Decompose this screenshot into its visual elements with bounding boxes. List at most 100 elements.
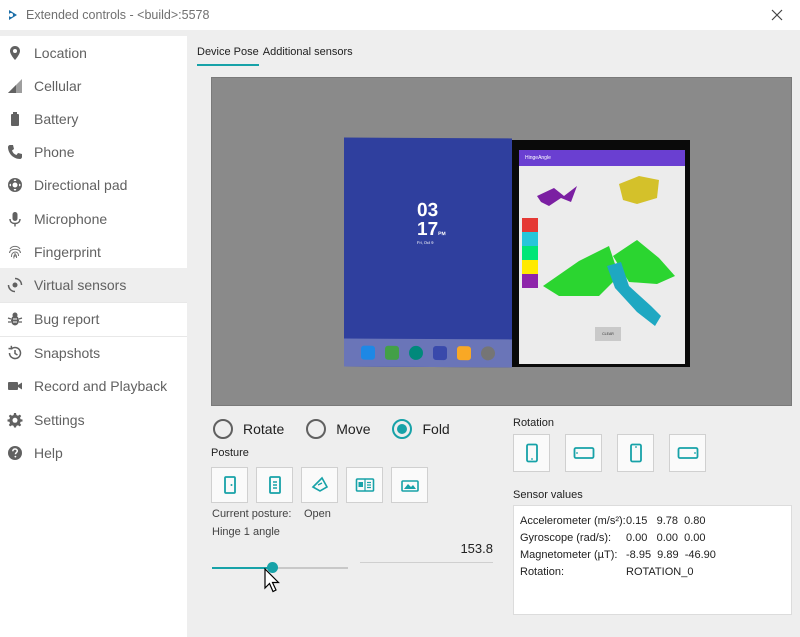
sidebar-item-virtual-sensors[interactable]: Virtual sensors: [0, 268, 187, 302]
messages-app-icon: [385, 345, 399, 360]
reverse-landscape-icon: [677, 447, 698, 459]
window-title: Extended controls - <build>:5578: [26, 8, 210, 22]
sidebar-item-location[interactable]: Location: [0, 36, 187, 69]
dpad-icon: [7, 177, 23, 193]
gear-icon: [7, 412, 23, 428]
app-title-bar: HingeAngle: [519, 150, 685, 166]
sidebar-item-microphone[interactable]: Microphone: [0, 202, 187, 235]
sidebar-item-label: Battery: [34, 110, 79, 127]
rotate-landscape-button[interactable]: [565, 434, 602, 472]
device-preview[interactable]: 03 17PM Fri, Oct 9 HingeAngle CLEAR: [211, 77, 792, 406]
emulator-app-icon: [9, 10, 17, 20]
sidebar-item-label: Phone: [34, 144, 75, 161]
sidebar: Location Cellular Battery Phone Directio…: [0, 36, 187, 637]
clock-suffix: PM: [438, 231, 446, 238]
rotate-reverse-portrait-button[interactable]: [617, 434, 654, 472]
tab-bar: Device Pose Additional sensors: [197, 46, 353, 66]
phone-icon: [7, 144, 23, 160]
history-icon: [7, 345, 23, 361]
sidebar-item-label: Help: [34, 444, 63, 461]
camera-app-icon: [433, 346, 447, 361]
sidebar-item-fingerprint[interactable]: Fingerprint: [0, 235, 187, 268]
hinge-angle-label: Hinge 1 angle: [212, 526, 280, 538]
virtual-sensors-icon: [7, 277, 23, 293]
clear-button[interactable]: CLEAR: [595, 327, 621, 341]
rotate-portrait-button[interactable]: [513, 434, 550, 472]
sensor-row-accelerometer: Accelerometer (m/s²): 0.15 9.78 0.80: [520, 512, 791, 529]
sidebar-item-phone[interactable]: Phone: [0, 136, 187, 169]
sidebar-item-help[interactable]: Help: [0, 436, 187, 469]
rotation-buttons: [513, 434, 706, 472]
sidebar-item-label: Directional pad: [34, 177, 128, 194]
clock-date: Fri, Oct 9: [417, 239, 434, 246]
browser-app-icon: [409, 345, 423, 360]
sidebar-item-label: Virtual sensors: [34, 276, 127, 293]
rotate-option[interactable]: Rotate: [213, 419, 284, 439]
posture-open-book-icon: [355, 478, 374, 492]
sidebar-item-label: Record and Playback: [34, 378, 168, 395]
move-radio[interactable]: [306, 419, 327, 439]
fold-label: Fold: [422, 421, 450, 437]
sidebar-item-label: Microphone: [34, 210, 108, 227]
rotate-radio[interactable]: [213, 419, 233, 439]
current-posture-value: Open: [304, 508, 331, 520]
sensor-value: 0.15 9.78 0.80: [626, 514, 706, 527]
portrait-icon: [525, 443, 538, 463]
sensor-value: ROTATION_0: [626, 565, 694, 578]
sidebar-item-label: Fingerprint: [34, 243, 101, 260]
posture-tent-button[interactable]: [301, 467, 338, 503]
battery-icon: [7, 111, 23, 127]
sensor-name: Magnetometer (µT):: [520, 548, 618, 561]
sidebar-item-record-and-playback[interactable]: Record and Playback: [0, 370, 187, 403]
sensor-value: -8.95 9.89 -46.90: [626, 548, 716, 561]
posture-half-open-button[interactable]: [256, 467, 293, 503]
rotate-label: Rotate: [243, 421, 285, 437]
fold-radio[interactable]: [392, 419, 413, 439]
posture-closed-button[interactable]: [211, 467, 248, 503]
hinge-angle-value[interactable]: 153.8: [360, 539, 493, 563]
sidebar-item-label: Location: [34, 44, 87, 61]
sidebar-item-label: Cellular: [34, 77, 82, 94]
posture-flipped-button[interactable]: [391, 467, 428, 503]
sensor-name: Rotation:: [520, 565, 565, 578]
sidebar-item-label: Bug report: [34, 311, 100, 328]
sidebar-item-bug-report[interactable]: Bug report: [0, 303, 187, 336]
posture-heading: Posture: [211, 447, 249, 459]
sensor-name: Gyroscope (rad/s):: [520, 531, 612, 544]
sidebar-item-cellular[interactable]: Cellular: [0, 69, 187, 102]
bug-icon: [7, 311, 23, 327]
posture-flipped-icon: [400, 480, 419, 492]
tab-additional-sensors[interactable]: Additional sensors: [263, 46, 353, 66]
sensor-value: 0.00 0.00 0.00: [626, 531, 706, 544]
move-label: Move: [336, 421, 371, 437]
microphone-icon: [7, 211, 23, 227]
current-posture-label: Current posture:: [212, 508, 292, 520]
sensor-row-magnetometer: Magnetometer (µT): -8.95 9.89 -46.90: [520, 546, 791, 563]
cellular-signal-icon: [7, 78, 23, 94]
sensor-row-gyroscope: Gyroscope (rad/s): 0.00 0.00 0.00: [520, 529, 791, 546]
location-pin-icon: [7, 45, 23, 61]
close-button[interactable]: [754, 0, 800, 30]
sidebar-item-label: Snapshots: [34, 345, 101, 362]
close-icon: [771, 9, 783, 21]
sidebar-item-settings[interactable]: Settings: [0, 403, 187, 436]
hinge-slider-fill: [212, 567, 272, 569]
mode-radio-group: Rotate Move Fold: [213, 419, 472, 439]
settings-app-icon: [481, 346, 495, 361]
sidebar-item-snapshots[interactable]: Snapshots: [0, 337, 187, 370]
tab-device-pose[interactable]: Device Pose: [197, 46, 259, 66]
title-bar: Extended controls - <build>:5578: [0, 0, 800, 30]
fold-option[interactable]: Fold: [392, 419, 450, 439]
posture-closed-icon: [223, 476, 236, 494]
move-option[interactable]: Move: [306, 419, 370, 439]
clock-minute: 17: [417, 218, 439, 241]
lockscreen-clock: 03 17PM Fri, Oct 9: [417, 200, 446, 246]
hinge-angle-app-screen: HingeAngle CLEAR: [519, 150, 685, 364]
sidebar-item-battery[interactable]: Battery: [0, 102, 187, 135]
app-dock: [344, 338, 512, 368]
sidebar-item-directional-pad[interactable]: Directional pad: [0, 169, 187, 202]
rotate-reverse-landscape-button[interactable]: [669, 434, 706, 472]
sensor-values-heading: Sensor values: [513, 489, 583, 501]
sensor-name: Accelerometer (m/s²):: [520, 514, 626, 527]
posture-open-book-button[interactable]: [346, 467, 383, 503]
